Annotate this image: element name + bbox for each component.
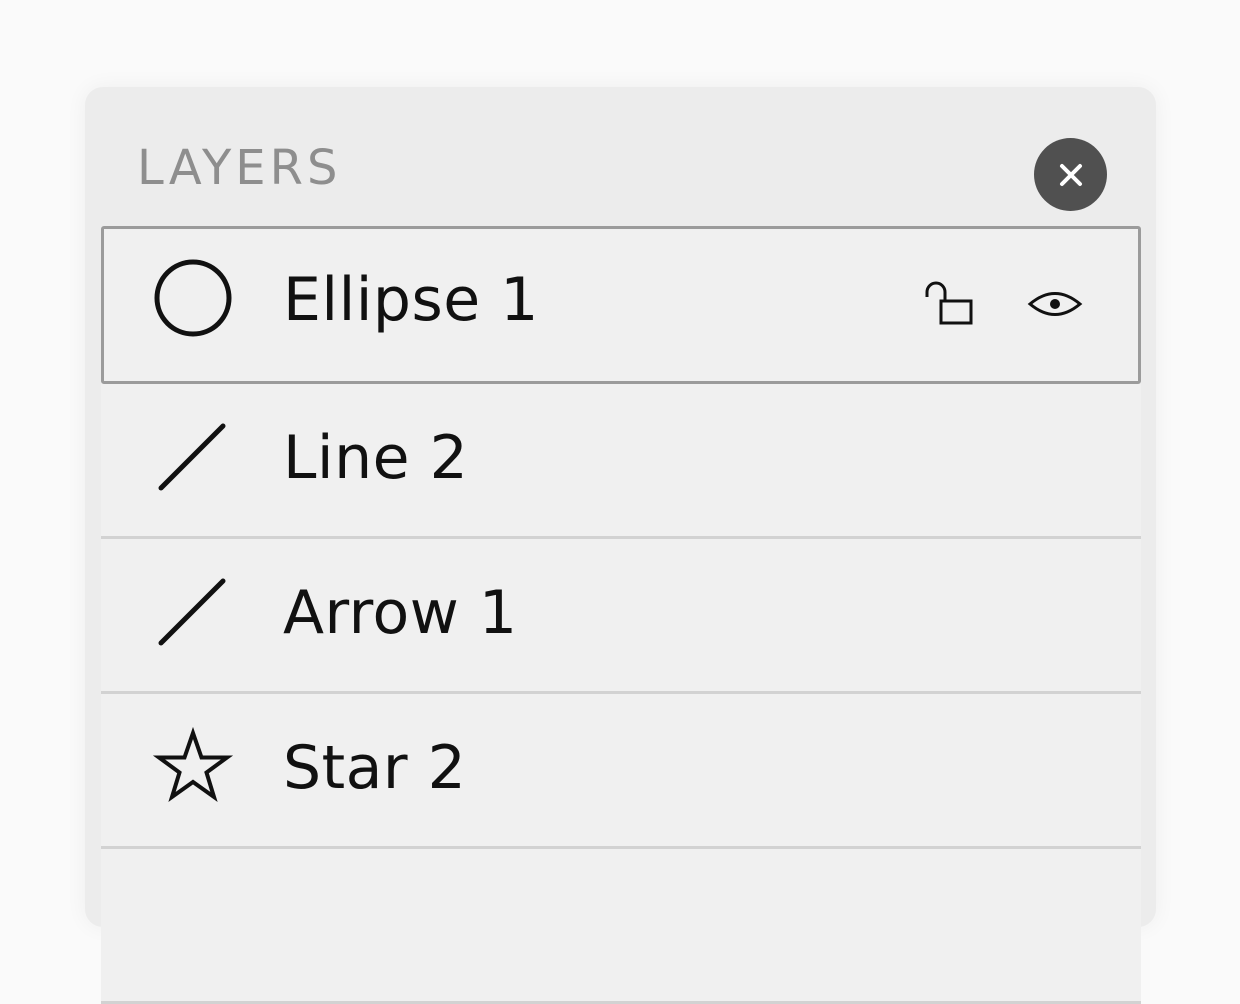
layer-list: Ellipse 1 Line 2 Arrow 1 Star 2 [101, 226, 1141, 1004]
layer-row-star-2[interactable]: Star 2 [101, 694, 1141, 849]
layer-row-ellipse-1[interactable]: Ellipse 1 [101, 226, 1141, 384]
line-icon [151, 414, 235, 498]
layer-label: Line 2 [283, 423, 469, 493]
close-icon [1059, 163, 1082, 186]
ellipse-icon [151, 256, 235, 340]
panel-title: LAYERS [137, 140, 342, 196]
close-button[interactable] [1034, 138, 1107, 211]
star-icon [151, 724, 235, 808]
unlock-icon[interactable] [921, 279, 977, 329]
layer-actions [921, 279, 1083, 329]
line-icon [151, 569, 235, 653]
layer-row-partial[interactable] [101, 849, 1141, 1004]
layer-label: Ellipse 1 [283, 265, 539, 335]
layer-row-arrow-1[interactable]: Arrow 1 [101, 539, 1141, 694]
eye-icon[interactable] [1027, 287, 1083, 321]
layer-label: Star 2 [283, 733, 467, 803]
layer-icon [151, 879, 235, 963]
layer-row-line-2[interactable]: Line 2 [101, 384, 1141, 539]
layer-label: Arrow 1 [283, 578, 518, 648]
